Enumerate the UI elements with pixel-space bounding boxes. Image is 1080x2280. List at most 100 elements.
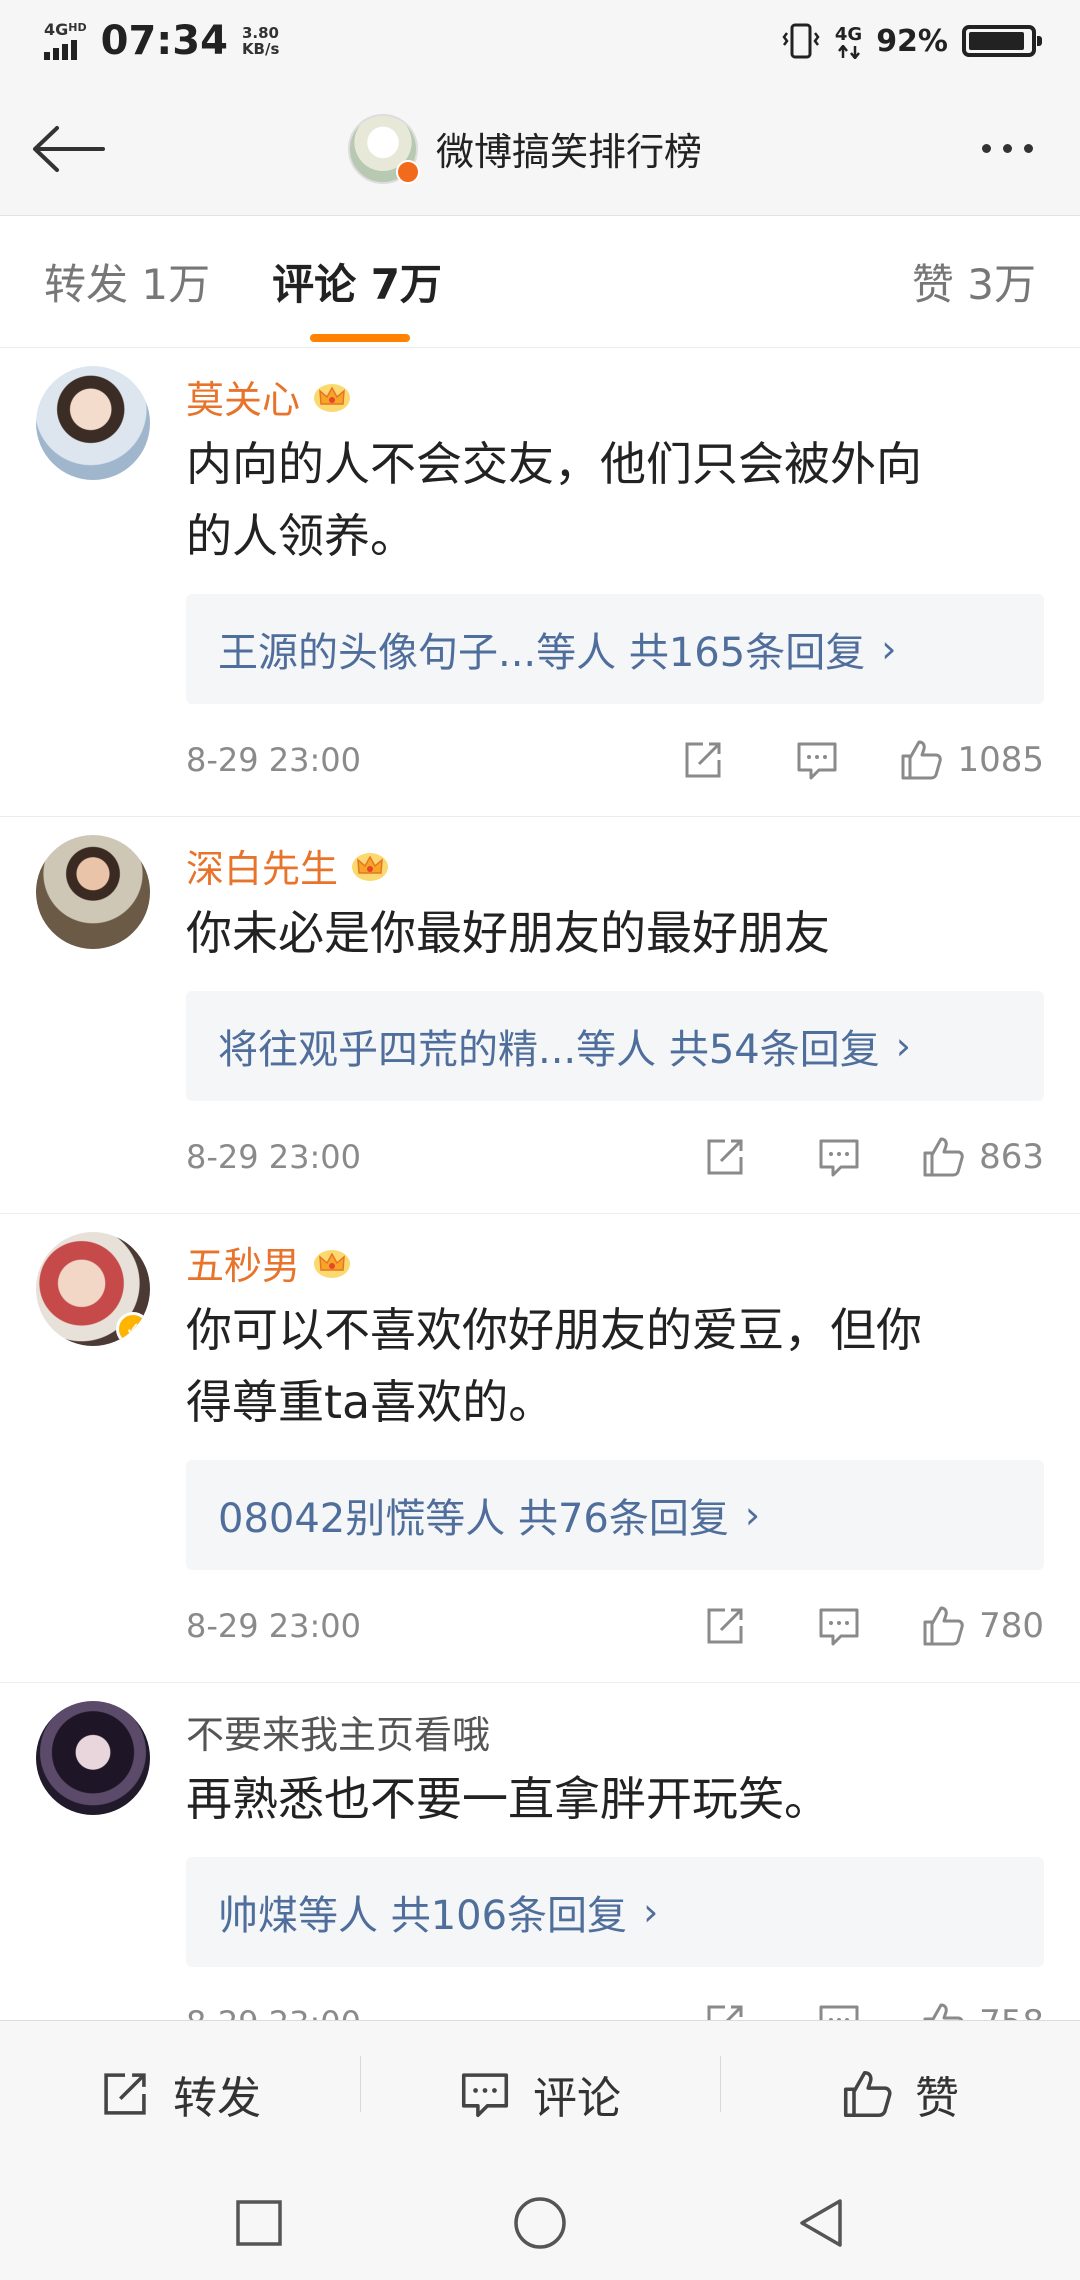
more-dots-icon[interactable] [962, 109, 1052, 189]
share-icon[interactable] [703, 2001, 747, 2020]
more-dot [1002, 144, 1012, 153]
like-button[interactable]: 863 [921, 1135, 1044, 1179]
thumbs-up-icon [843, 2070, 892, 2117]
comment-item: ✓ 五秒男 你可以不喜欢你好朋友的爱豆，但你 得尊重ta喜欢的。 08042别慌… [0, 1214, 1080, 1683]
reply-icon[interactable] [795, 738, 839, 782]
back-triangle-icon[interactable] [796, 2197, 846, 2249]
share-icon[interactable] [703, 1604, 747, 1648]
comment-button[interactable]: 评论 [360, 2055, 720, 2126]
comment-time: 8-29 23:00 [186, 2004, 633, 2020]
reply-icon[interactable] [817, 1604, 861, 1648]
mobile-signal-label: 4G [834, 23, 863, 45]
reply-summary[interactable]: 08042别慌等人 共76条回复 › [186, 1460, 1044, 1570]
network-indicator: 4G HD [44, 22, 87, 60]
username[interactable]: 莫关心 [186, 369, 300, 424]
like-label: 赞 [915, 2072, 959, 2124]
username[interactable]: 不要来我主页看哦 [186, 1704, 490, 1759]
comment-actions: 758 [633, 2001, 1044, 2020]
chevron-right-icon: › [643, 1890, 659, 1934]
comment-time: 8-29 23:00 [186, 741, 362, 779]
comment-meta: 8-29 23:00 863 [186, 1101, 1044, 1213]
reply-summary-text: 王源的头像句子...等人 共165条回复 [218, 630, 866, 676]
reply-summary-text: 将往观乎四荒的精...等人 共54条回复 [218, 1027, 880, 1073]
comment-actions: 780 [633, 1604, 1044, 1648]
share-icon[interactable] [681, 738, 725, 782]
reply-summary[interactable]: 帅煤等人 共106条回复 › [186, 1857, 1044, 1967]
reply-summary[interactable]: 王源的头像句子...等人 共165条回复 › [186, 594, 1044, 704]
battery-icon [962, 25, 1042, 57]
net-speed-unit: KB/s [241, 40, 280, 58]
comment-item: 不要来我主页看哦 再熟悉也不要一直拿胖开玩笑。 帅煤等人 共106条回复 › 8… [0, 1683, 1080, 2020]
comment-list: 莫关心 内向的人不会交友，他们只会被外向 的人领养。 王源的头像句子...等人 … [0, 348, 1080, 2020]
comment-text: 再熟悉也不要一直拿胖开玩笑。 [186, 1763, 1044, 1835]
comment-meta: 8-29 23:00 758 [186, 1967, 1044, 2020]
comment-actions: 1085 [611, 738, 1044, 782]
like-button[interactable]: 758 [921, 2001, 1044, 2020]
signal-bars-icon [44, 40, 77, 60]
back-button[interactable] [28, 109, 108, 189]
net-speed: 3.80 KB/s [242, 25, 279, 57]
battery-percent: 92% [876, 23, 948, 59]
crown-icon [352, 853, 389, 881]
comment-item: 深白先生 你未必是你最好朋友的最好朋友 将往观乎四荒的精...等人 共54条回复… [0, 817, 1080, 1214]
like-count: 1085 [957, 740, 1044, 780]
verified-badge-icon [395, 159, 420, 184]
status-right: 4G 92% [781, 23, 1042, 59]
like-count: 863 [979, 1137, 1044, 1177]
account-avatar[interactable] [347, 113, 420, 184]
more-dot [1023, 144, 1033, 153]
vibrate-icon [782, 23, 820, 59]
comment-label: 评论 [533, 2072, 621, 2124]
tab-comments[interactable]: 评论 7万 [272, 251, 442, 342]
comment-meta: 8-29 23:00 1085 [186, 704, 1044, 816]
comment-text-line: 得尊重ta喜欢的。 [186, 1375, 555, 1429]
thumbs-up-icon [923, 1606, 964, 1646]
avatar[interactable]: ✓ [36, 1232, 150, 1346]
avatar[interactable] [36, 1701, 150, 1815]
comment-text-line: 内向的人不会交友，他们只会被外向 [186, 437, 922, 491]
avatar[interactable] [36, 835, 150, 949]
comment-text-line: 你可以不喜欢你好朋友的爱豆，但你 [186, 1303, 922, 1357]
like-button[interactable]: 1085 [899, 738, 1044, 782]
crown-icon [314, 1250, 351, 1278]
username[interactable]: 五秒男 [186, 1235, 300, 1290]
net-speed-value: 3.80 [241, 24, 279, 42]
recent-apps-square-icon[interactable] [234, 2198, 284, 2248]
avatar[interactable] [36, 366, 150, 480]
share-icon [104, 2072, 146, 2115]
mobile-signal: 4G [835, 24, 862, 59]
nav-title-group[interactable]: 微博搞笑排行榜 [108, 113, 942, 184]
reply-icon[interactable] [817, 1135, 861, 1179]
chevron-right-icon: › [744, 1493, 761, 1537]
comment-item: 莫关心 内向的人不会交友，他们只会被外向 的人领养。 王源的头像句子...等人 … [0, 348, 1080, 817]
username[interactable]: 深白先生 [186, 838, 338, 893]
verified-badge-icon: ✓ [116, 1312, 150, 1346]
comment-time: 8-29 23:00 [186, 1607, 362, 1645]
comment-actions: 863 [633, 1135, 1044, 1179]
comment-meta: 8-29 23:00 780 [186, 1570, 1044, 1682]
share-icon[interactable] [703, 1135, 747, 1179]
back-arrow-icon [33, 125, 105, 172]
like-post-button[interactable]: 赞 [720, 2055, 1080, 2126]
chevron-right-icon: › [881, 627, 897, 671]
home-circle-icon[interactable] [512, 2195, 568, 2251]
reply-summary[interactable]: 将往观乎四荒的精...等人 共54条回复 › [186, 991, 1044, 1101]
battery-fill [969, 32, 1025, 50]
status-bar: 4G HD 07:34 3.80 KB/s 4G 92% [0, 0, 1080, 82]
tab-repost[interactable]: 转发 1万 [44, 251, 210, 312]
reply-summary-text: 帅煤等人 共106条回复 [218, 1893, 628, 1939]
like-button[interactable]: 780 [921, 1604, 1044, 1648]
tab-bar: 转发 1万 评论 7万 赞 3万 [0, 216, 1080, 348]
thumbs-up-icon [901, 740, 943, 780]
crown-icon [314, 384, 351, 412]
nav-bar: 微博搞笑排行榜 [0, 82, 1080, 216]
bottom-action-bar: 转发 评论 赞 [0, 2020, 1080, 2166]
like-count: 780 [979, 1606, 1044, 1646]
comment-time: 8-29 23:00 [186, 1138, 362, 1176]
tab-likes[interactable]: 赞 3万 [912, 251, 1036, 312]
repost-button[interactable]: 转发 [0, 2062, 360, 2126]
comment-icon [461, 2072, 509, 2117]
clock: 07:34 [100, 18, 228, 64]
system-nav-bar [0, 2166, 1080, 2280]
reply-icon[interactable] [817, 2001, 861, 2020]
